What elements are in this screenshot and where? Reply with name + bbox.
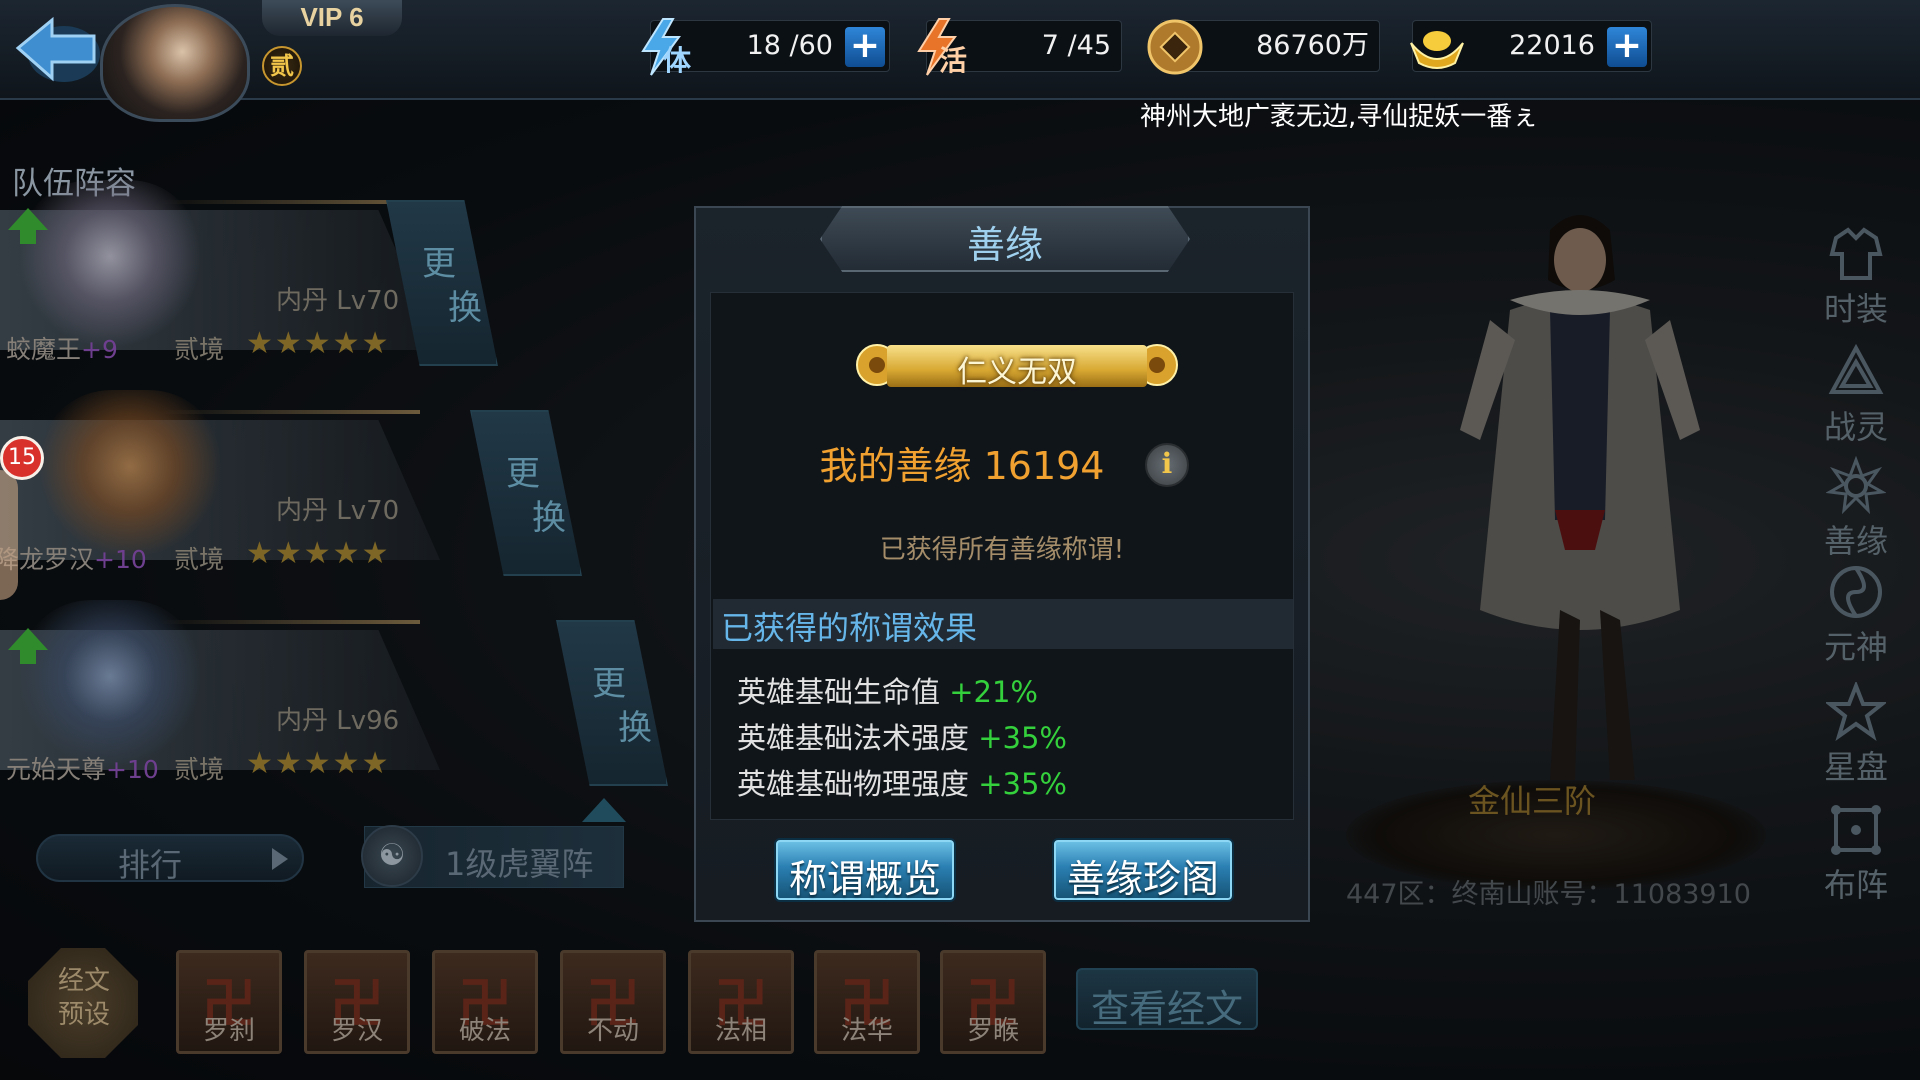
sutra-slot[interactable]: 卍罗汉 — [304, 950, 410, 1054]
karma-dialog: 善缘 仁义无双 我的善缘 16194 i 已获得所有善缘称谓! 已获得的称谓效果… — [694, 206, 1310, 922]
karma-icon — [1826, 456, 1886, 515]
hero-row: 内丹 Lv70 蛟魔王+9 贰境 ★★★★★ 更 换 — [0, 170, 560, 366]
formation-icon — [1831, 805, 1881, 855]
title-overview-button[interactable]: 称谓概览 — [774, 838, 956, 902]
gold-value: 22016 — [1509, 30, 1595, 61]
sutra-slot[interactable]: 卍罗睺 — [940, 950, 1046, 1054]
side-menu-soul[interactable]: 元神 — [1814, 562, 1898, 672]
all-titles-obtained-text: 已获得所有善缘称谓! — [879, 535, 1125, 565]
effect-row: 英雄基础法术强度 +35% — [737, 721, 1067, 755]
costume-icon — [1829, 227, 1883, 280]
back-arrow-icon[interactable] — [12, 10, 104, 86]
hero-realm-title: 金仙三阶 — [1468, 782, 1597, 820]
server-account-info: 447区：终南山账号：11083910 — [1346, 879, 1751, 910]
my-karma-value: 我的善缘 16194 — [819, 444, 1105, 488]
gold-ingot-icon — [1410, 31, 1464, 69]
sutra-slot[interactable]: 卍不动 — [560, 950, 666, 1054]
coins-value: 86760万 — [1256, 30, 1369, 61]
hero-stars: ★★★★★ — [246, 536, 391, 571]
sutra-slot[interactable]: 卍法华 — [814, 950, 920, 1054]
effect-row: 英雄基础物理强度 +35% — [737, 767, 1067, 801]
stamina-label: 体 — [663, 44, 692, 77]
hero-portrait — [20, 600, 200, 770]
hero-level: 内丹 Lv96 — [276, 706, 400, 736]
formation-button[interactable]: ☯ 1级虎翼阵 — [361, 825, 624, 888]
hero-row: 内丹 Lv96 元始天尊+10 贰境 ★★★★★ 更 换 — [0, 590, 668, 786]
dialog-title: 善缘 — [966, 223, 1043, 267]
side-menu-costume[interactable]: 时装 — [1814, 224, 1898, 334]
side-menu-karma[interactable]: 善缘 — [1814, 456, 1898, 566]
hero-frame-line — [160, 620, 420, 624]
add-stamina-button[interactable]: + — [845, 27, 885, 67]
sutra-slot[interactable]: 卍罗刹 — [176, 950, 282, 1054]
player-avatar[interactable] — [100, 4, 250, 122]
play-arrow-icon — [272, 848, 288, 870]
vitality-resource: 活 7 /45 — [917, 18, 1122, 77]
hero-portrait — [40, 390, 220, 560]
gold-resource: 22016 + — [1410, 20, 1652, 72]
side-menu-star-chart[interactable]: 星盘 — [1814, 682, 1898, 792]
hero-stars: ★★★★★ — [246, 326, 391, 361]
hero-name: 元始天尊+10 — [6, 755, 159, 784]
dialog-title-banner: 善缘 — [820, 200, 1190, 278]
stamina-value: 18 /60 — [746, 30, 833, 61]
upgrade-arrow-icon — [8, 628, 48, 664]
hero-name: 蛟魔王+9 — [6, 335, 118, 364]
top-bar: VIP 6 贰 体 18 /60 + 活 7 /45 86760万 22016 … — [0, 0, 1920, 122]
hero-name: 降龙罗汉+10 — [0, 545, 147, 574]
dialog-content: 仁义无双 我的善缘 16194 i 已获得所有善缘称谓! 已获得的称谓效果 英雄… — [710, 292, 1294, 820]
hero-level: 内丹 Lv70 — [276, 496, 400, 526]
effects-header: 已获得的称谓效果 — [713, 599, 1293, 649]
ranking-button[interactable]: 排行 — [36, 834, 304, 884]
side-menu-formation[interactable]: 布阵 — [1814, 800, 1898, 910]
side-character-peek — [0, 470, 18, 600]
hero-level: 内丹 Lv70 — [276, 286, 400, 316]
hero-realm: 贰境 — [174, 755, 225, 784]
sutra-slot[interactable]: 卍破法 — [432, 950, 538, 1054]
info-icon[interactable]: i — [1145, 443, 1189, 487]
upgrade-arrow-icon — [8, 208, 48, 244]
copper-coin-icon — [1147, 19, 1203, 75]
hero-frame-line — [160, 200, 420, 204]
star-chart-icon — [1826, 682, 1886, 741]
stamina-resource: 体 18 /60 + — [641, 18, 890, 77]
sutra-slot[interactable]: 卍法相 — [688, 950, 794, 1054]
war-spirit-icon — [1828, 343, 1884, 394]
vitality-value: 7 /45 — [1041, 30, 1111, 61]
hero-realm: 贰境 — [174, 545, 225, 574]
karma-treasure-button[interactable]: 善缘珍阁 — [1052, 838, 1234, 902]
hero-portrait — [20, 180, 200, 350]
rank-badge: 贰 — [262, 46, 302, 86]
coins-resource: 86760万 — [1147, 19, 1380, 75]
notification-badge[interactable]: 15 — [0, 436, 44, 480]
view-sutra-button[interactable]: 查看经文 — [1076, 968, 1258, 1031]
hero-realm: 贰境 — [174, 335, 225, 364]
soul-icon — [1830, 566, 1882, 618]
vip-level: VIP 6 — [262, 0, 402, 36]
rank-title-plaque: 仁义无双 — [847, 337, 1187, 395]
hero-frame-line — [160, 410, 420, 414]
effect-row: 英雄基础生命值 +21% — [737, 675, 1038, 709]
vitality-label: 活 — [939, 44, 968, 77]
scrolling-notice: 神州大地广袤无边,寻仙捉妖一番ぇ — [1140, 102, 1539, 132]
hero-row: 内丹 Lv70 降龙罗汉+10 贰境 ★★★★★ 更 换 — [0, 380, 582, 576]
sutra-preset-button[interactable]: 经文预设 — [28, 948, 138, 1058]
side-menu-war-spirit[interactable]: 战灵 — [1814, 342, 1898, 452]
add-gold-button[interactable]: + — [1607, 27, 1647, 67]
upgrade-arrow-icon — [582, 798, 626, 822]
tiger-emblem-icon: ☯ — [361, 825, 423, 887]
hero-stars: ★★★★★ — [246, 746, 391, 781]
